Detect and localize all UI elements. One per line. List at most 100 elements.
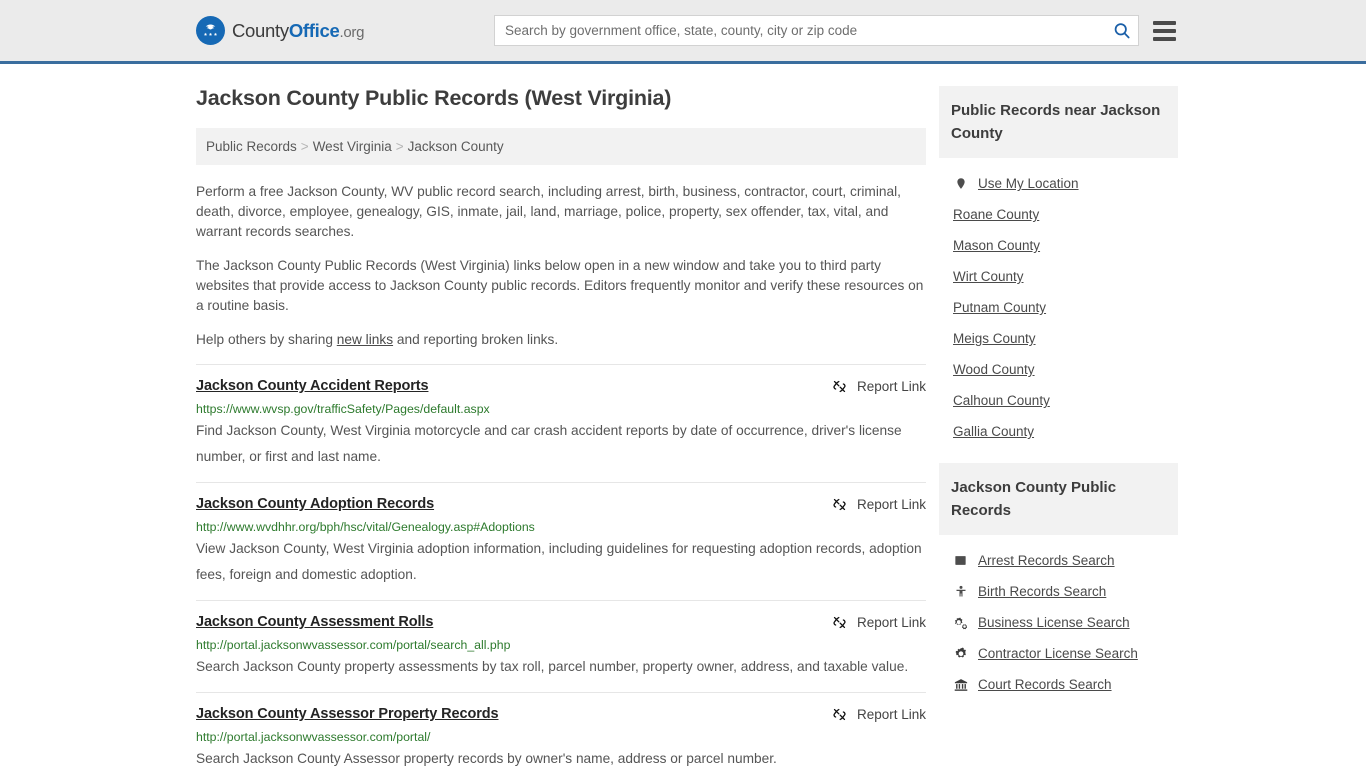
sidebar-item-label: Arrest Records Search bbox=[978, 553, 1115, 568]
broken-link-icon bbox=[833, 498, 846, 511]
records-panel-heading: Jackson County Public Records bbox=[939, 463, 1178, 535]
report-link-button[interactable]: Report Link bbox=[811, 614, 926, 631]
logo-text-county: County bbox=[232, 19, 289, 41]
page-body: Jackson County Public Records (West Virg… bbox=[0, 64, 1366, 768]
broken-link-icon bbox=[833, 616, 846, 629]
record-url[interactable]: http://portal.jacksonwvassessor.com/port… bbox=[196, 730, 926, 744]
record-item: Jackson County Adoption Records Report L… bbox=[196, 482, 926, 600]
record-title-link[interactable]: Jackson County Adoption Records bbox=[196, 496, 434, 512]
eagle-seal-icon bbox=[196, 16, 225, 45]
logo-wordmark: CountyOffice.org bbox=[232, 20, 364, 42]
logo-text-org: .org bbox=[339, 23, 365, 41]
sidebar-item-arrest-records-search[interactable]: Arrest Records Search bbox=[939, 545, 1178, 576]
site-header: CountyOffice.org bbox=[0, 0, 1366, 64]
search-icon[interactable] bbox=[1112, 21, 1132, 41]
report-link-button[interactable]: Report Link bbox=[811, 378, 926, 395]
site-logo[interactable]: CountyOffice.org bbox=[196, 16, 364, 45]
sidebar-item-contractor-license-search[interactable]: Contractor License Search bbox=[939, 638, 1178, 669]
record-list: Jackson County Accident Reports Report L… bbox=[196, 364, 926, 768]
sidebar-item-label: Calhoun County bbox=[953, 393, 1050, 408]
report-link-button[interactable]: Report Link bbox=[811, 706, 926, 723]
sidebar-item-label: Court Records Search bbox=[978, 677, 1112, 692]
records-search-list: Arrest Records Search Birth Records Sear… bbox=[939, 535, 1178, 704]
nearby-county-list: Use My Location Roane County Mason Count… bbox=[939, 158, 1178, 451]
sidebar-item-calhoun-county[interactable]: Calhoun County bbox=[939, 385, 1178, 416]
broken-link-icon bbox=[833, 380, 846, 393]
sidebar-item-court-records-search[interactable]: Court Records Search bbox=[939, 669, 1178, 700]
record-item: Jackson County Assessment Rolls Report L… bbox=[196, 600, 926, 692]
nearby-records-panel: Public Records near Jackson County Use M… bbox=[939, 86, 1178, 451]
breadcrumb: Public Records > West Virginia > Jackson Cou… bbox=[196, 128, 926, 165]
sidebar-item-use-my-location[interactable]: Use My Location bbox=[939, 168, 1178, 199]
sidebar-item-wood-county[interactable]: Wood County bbox=[939, 354, 1178, 385]
gear-icon bbox=[953, 646, 968, 661]
record-url[interactable]: http://www.wvdhhr.org/bph/hsc/vital/Gene… bbox=[196, 520, 926, 534]
sidebar-item-wirt-county[interactable]: Wirt County bbox=[939, 261, 1178, 292]
box-icon bbox=[953, 554, 968, 567]
sidebar-item-birth-records-search[interactable]: Birth Records Search bbox=[939, 576, 1178, 607]
breadcrumb-item-public-records[interactable]: Public Records bbox=[206, 139, 297, 154]
record-description: Search Jackson County property assessmen… bbox=[196, 659, 909, 674]
logo-text-office: Office bbox=[288, 19, 340, 41]
sidebar-item-meigs-county[interactable]: Meigs County bbox=[939, 323, 1178, 354]
record-url[interactable]: https://www.wvsp.gov/trafficSafety/Pages… bbox=[196, 402, 926, 416]
report-link-button[interactable]: Report Link bbox=[811, 496, 926, 513]
report-link-label: Report Link bbox=[856, 615, 926, 630]
new-links-link[interactable]: new links bbox=[337, 332, 393, 347]
courthouse-icon bbox=[953, 678, 968, 692]
search-input[interactable] bbox=[505, 23, 1112, 38]
report-link-label: Report Link bbox=[856, 379, 926, 394]
breadcrumb-item-jackson-county[interactable]: Jackson County bbox=[408, 139, 504, 154]
menu-icon[interactable] bbox=[1153, 20, 1176, 41]
record-item: Jackson County Accident Reports Report L… bbox=[196, 364, 926, 482]
baby-icon bbox=[953, 584, 968, 599]
hamburger-bar bbox=[1153, 36, 1176, 41]
sidebar-item-label: Wood County bbox=[953, 362, 1035, 377]
record-description: Find Jackson County, West Virginia motor… bbox=[196, 423, 902, 464]
sidebar-item-putnam-county[interactable]: Putnam County bbox=[939, 292, 1178, 323]
sidebar-item-label: Meigs County bbox=[953, 331, 1036, 346]
record-description: View Jackson County, West Virginia adopt… bbox=[196, 541, 922, 582]
record-item: Jackson County Assessor Property Records… bbox=[196, 692, 926, 768]
intro-paragraph-2: The Jackson County Public Records (West … bbox=[196, 258, 924, 313]
report-link-label: Report Link bbox=[856, 707, 926, 722]
breadcrumb-separator: > bbox=[300, 139, 309, 154]
record-description: Search Jackson County Assessor property … bbox=[196, 751, 777, 766]
report-link-label: Report Link bbox=[856, 497, 926, 512]
sidebar-item-roane-county[interactable]: Roane County bbox=[939, 199, 1178, 230]
broken-link-icon bbox=[833, 708, 846, 721]
intro-paragraph-1: Perform a free Jackson County, WV public… bbox=[196, 184, 901, 239]
intro-paragraph-3: Help others by sharing new links and rep… bbox=[196, 330, 926, 350]
sidebar-item-label: Use My Location bbox=[978, 176, 1079, 191]
sidebar-item-label: Business License Search bbox=[978, 615, 1130, 630]
intro-text: Perform a free Jackson County, WV public… bbox=[196, 182, 926, 350]
hamburger-bar bbox=[1153, 28, 1176, 33]
sidebar-item-gallia-county[interactable]: Gallia County bbox=[939, 416, 1178, 447]
page-title: Jackson County Public Records (West Virg… bbox=[196, 86, 672, 110]
hamburger-bar bbox=[1153, 20, 1176, 25]
record-title-link[interactable]: Jackson County Assessment Rolls bbox=[196, 614, 433, 630]
sidebar-item-label: Putnam County bbox=[953, 300, 1047, 315]
sidebar-item-business-license-search[interactable]: Business License Search bbox=[939, 607, 1178, 638]
share-text-before: Help others by sharing bbox=[196, 332, 337, 347]
record-url[interactable]: http://portal.jacksonwvassessor.com/port… bbox=[196, 638, 926, 652]
breadcrumb-item-west-virginia[interactable]: West Virginia bbox=[313, 139, 392, 154]
nearby-panel-heading: Public Records near Jackson County bbox=[939, 86, 1178, 158]
sidebar-item-label: Mason County bbox=[953, 238, 1041, 253]
share-text-after: and reporting broken links. bbox=[393, 332, 559, 347]
record-title-link[interactable]: Jackson County Assessor Property Records bbox=[196, 706, 499, 722]
county-records-panel: Jackson County Public Records Arrest Rec… bbox=[939, 463, 1178, 704]
gears-icon bbox=[953, 616, 968, 630]
main-content: Jackson County Public Records (West Virg… bbox=[196, 86, 926, 768]
sidebar-item-label: Contractor License Search bbox=[978, 646, 1138, 661]
sidebar-item-mason-county[interactable]: Mason County bbox=[939, 230, 1178, 261]
map-pin-icon bbox=[953, 176, 968, 191]
header-search-area bbox=[494, 15, 1176, 46]
record-title-link[interactable]: Jackson County Accident Reports bbox=[196, 378, 429, 394]
sidebar: Public Records near Jackson County Use M… bbox=[939, 86, 1178, 768]
sidebar-item-label: Roane County bbox=[953, 207, 1040, 222]
search-box[interactable] bbox=[494, 15, 1139, 46]
sidebar-item-label: Wirt County bbox=[953, 269, 1024, 284]
breadcrumb-separator: > bbox=[395, 139, 404, 154]
sidebar-item-label: Gallia County bbox=[953, 424, 1035, 439]
